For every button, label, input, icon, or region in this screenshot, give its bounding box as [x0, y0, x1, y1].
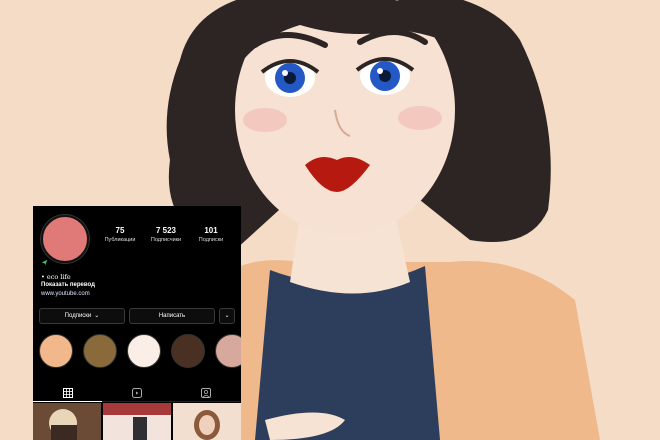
chevron-down-icon: ⌄	[94, 313, 100, 319]
chevron-down-icon: ⌄	[224, 313, 230, 319]
stat-followers[interactable]: 7 523 Подписчики	[141, 226, 191, 245]
story-highlight[interactable]	[83, 334, 117, 368]
stat-value: 101	[204, 226, 218, 235]
stat-label: Публикации	[104, 237, 136, 243]
reels-icon	[131, 387, 142, 398]
tab-reels[interactable]	[102, 384, 171, 402]
tab-grid[interactable]	[33, 384, 102, 402]
following-button[interactable]: Подписки ⌄	[39, 308, 125, 324]
tagged-icon	[200, 387, 211, 398]
stat-value: 75	[115, 226, 125, 235]
stat-value: 7 523	[155, 226, 177, 235]
grid-icon	[62, 387, 73, 398]
post-image	[103, 403, 171, 440]
story-highlight[interactable]	[39, 334, 73, 368]
post-thumbnail[interactable]	[103, 403, 171, 440]
send-icon	[41, 259, 48, 266]
stat-posts[interactable]: 75 Публикации	[95, 226, 145, 245]
suggestions-button[interactable]: ⌄	[219, 308, 235, 324]
stat-following[interactable]: 101 Подписки	[186, 226, 236, 245]
post-image	[173, 403, 241, 440]
profile-tabs	[33, 384, 241, 402]
instagram-profile-panel: 75 Публикации 7 523 Подписчики 101 Подпи…	[33, 206, 241, 440]
show-translation-link[interactable]: Показать перевод	[41, 281, 95, 289]
stat-label: Подписки	[198, 237, 224, 243]
post-thumbnail[interactable]	[33, 403, 101, 440]
following-label: Подписки	[64, 313, 92, 319]
stat-label: Подписчики	[150, 237, 182, 243]
avatar[interactable]	[41, 215, 89, 263]
message-label: Написать	[158, 313, 186, 319]
bio: • eco life	[41, 273, 71, 281]
message-button[interactable]: Написать	[129, 308, 215, 324]
website-link[interactable]: www.youtube.com	[41, 290, 90, 298]
story-highlight[interactable]	[127, 334, 161, 368]
story-highlight[interactable]	[215, 334, 241, 368]
post-image	[33, 403, 101, 440]
post-thumbnail[interactable]	[173, 403, 241, 440]
tab-tagged[interactable]	[171, 384, 240, 402]
story-highlight[interactable]	[171, 334, 205, 368]
